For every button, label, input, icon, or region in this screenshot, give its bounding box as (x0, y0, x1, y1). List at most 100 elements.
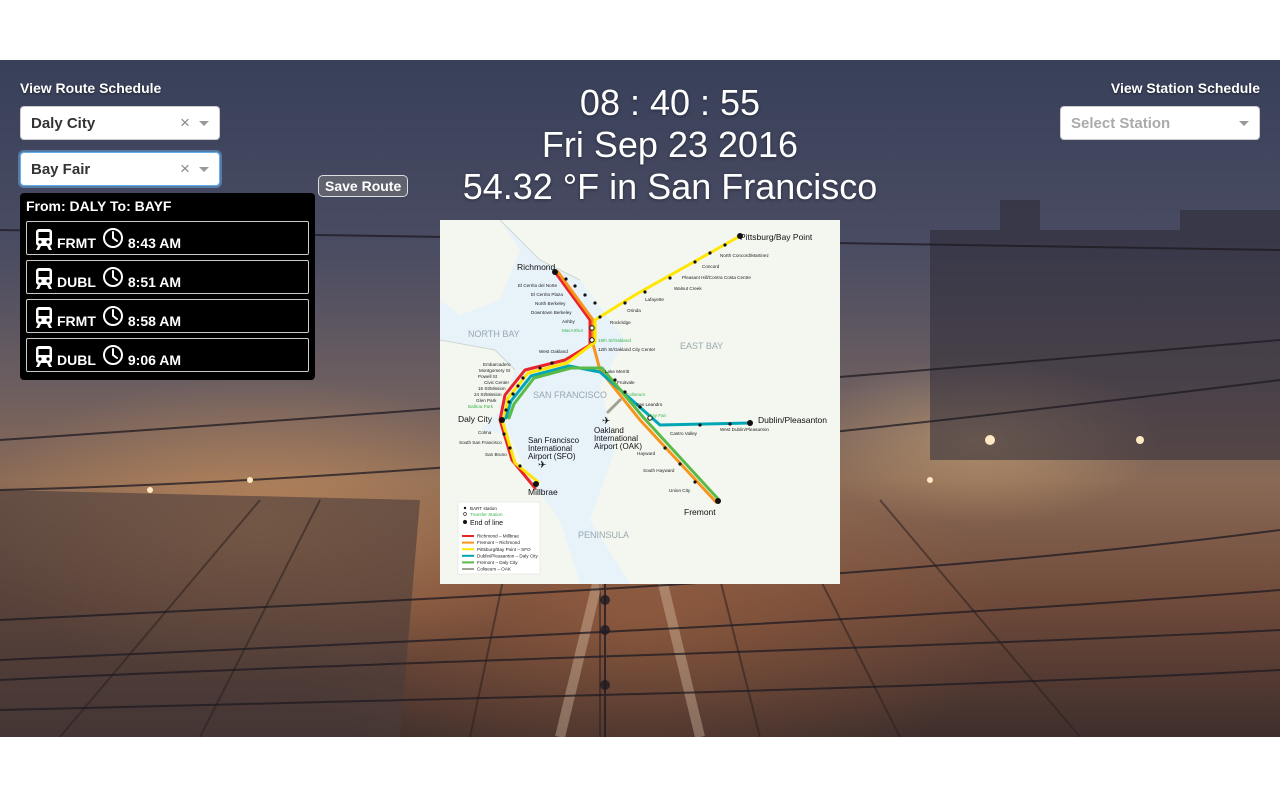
train-route: FRMT (57, 313, 96, 329)
train-departure-time: 8:43 AM (127, 235, 182, 251)
legend-bart-station: BART station (470, 506, 497, 511)
train-departure-time: 9:06 AM (127, 352, 182, 368)
current-weather: 54.32 °F in San Francisco (462, 166, 878, 207)
map-end-station-daly-city: Daly City (458, 414, 493, 424)
train-icon (35, 229, 53, 251)
station-dropdown-arrow-icon[interactable] (1239, 120, 1249, 126)
map-station-label: El Cerrito del Norte (518, 283, 558, 288)
train-icon (35, 268, 53, 290)
destination-dropdown-arrow-icon[interactable] (199, 166, 209, 172)
map-station-label: 24 St/Mission (474, 392, 502, 397)
train-route: FRMT (57, 235, 96, 251)
map-station-label: Walnut Creek (674, 286, 702, 291)
map-station-label: MacArthur (562, 328, 584, 333)
map-station-label: North Concord/Martinez (720, 253, 769, 258)
map-end-station-dublin: Dublin/Pleasanton (758, 415, 827, 425)
station-select-placeholder: Select Station (1071, 114, 1171, 132)
map-station-label: Downtown Berkeley (531, 310, 572, 315)
clock-icon (102, 227, 124, 249)
map-station-label: Rockridge (610, 320, 631, 325)
save-route-button[interactable]: Save Route (318, 175, 409, 197)
map-airport-sfo-line-3: Airport (SFO) (528, 452, 576, 461)
origin-dropdown-arrow-icon[interactable] (199, 120, 209, 126)
train-departure-time: 8:51 AM (127, 274, 182, 290)
origin-station-select[interactable]: Daly City × (20, 106, 220, 140)
map-station-label: North Berkeley (535, 301, 566, 306)
legend-line-label: Richmond – Millbrae (477, 534, 519, 539)
train-route: DUBL (57, 352, 96, 368)
current-date: Fri Sep 23 2016 (541, 124, 799, 165)
map-station-label: Castro Valley (670, 431, 698, 436)
current-time: 08 : 40 : 55 (579, 82, 761, 123)
map-station-label: South Hayward (643, 468, 675, 473)
map-station-label: Concord (702, 264, 720, 269)
station-schedule-title: View Station Schedule (1110, 80, 1260, 96)
train-row[interactable]: DUBL 8:51 AM (26, 260, 309, 294)
map-station-label: Bay Fair (649, 413, 667, 418)
station-select[interactable]: Select Station (1060, 106, 1260, 140)
map-station-label: Ashby (562, 319, 575, 324)
destination-station-value: Bay Fair (31, 160, 91, 178)
map-region-san-francisco: SAN FRANCISCO (533, 390, 607, 400)
map-end-station-pittsburg: Pittsburg/Bay Point (740, 232, 813, 242)
map-station-label: South San Francisco (459, 440, 502, 445)
map-station-label: Hayward (637, 451, 656, 456)
oak-airplane-icon: ✈ (602, 416, 610, 427)
map-station-label: West Oakland (539, 349, 568, 354)
map-end-station-millbrae: Millbrae (528, 487, 558, 497)
map-station-label: Pleasant Hill/Contra Costa Centre (682, 275, 751, 280)
legend-line-label: Fremont – Richmond (477, 540, 520, 545)
map-station-label: El Cerrito Plaza (531, 292, 563, 297)
route-results-panel: From: DALY To: BAYF FRMT 8:43 AM DUBL 8:… (20, 193, 315, 380)
clock-icon (102, 305, 124, 327)
map-region-east-bay: EAST BAY (680, 341, 723, 351)
legend-transfer-station: Transfer Station (470, 512, 503, 517)
destination-clear-icon[interactable]: × (177, 159, 193, 179)
origin-clear-icon[interactable]: × (177, 113, 193, 133)
clock-icon (102, 344, 124, 366)
bart-system-map: NORTH BAY EAST BAY SAN FRANCISCO PENINSU… (439, 219, 840, 584)
map-station-label: San Bruno (485, 452, 507, 457)
map-station-label: Balboa Park (468, 404, 494, 409)
map-station-label: San Leandro (636, 402, 663, 407)
map-airport-oak-line-3: Airport (OAK) (594, 442, 642, 451)
map-station-label: Montgomery St (479, 368, 511, 373)
route-results-header: From: DALY To: BAYF (26, 198, 172, 214)
legend-line-label: Coliseum – OAK (477, 567, 512, 572)
map-station-label: Coliseum (626, 392, 645, 397)
map-legend: BART station Transfer Station End of lin… (457, 501, 541, 575)
sfo-airplane-icon: ✈ (538, 460, 546, 471)
clock-icon (102, 266, 124, 288)
map-station-label: 19th St/Oakland (598, 338, 631, 343)
map-region-north-bay: NORTH BAY (468, 329, 520, 339)
map-station-label: West Dublin/Pleasanton (720, 427, 769, 432)
map-station-label: Civic Center (484, 380, 509, 385)
map-station-label: Lake Merritt (605, 369, 630, 374)
map-station-label: Glen Park (476, 398, 497, 403)
origin-station-value: Daly City (31, 114, 96, 132)
map-station-label: 12th St/Oakland City Center (598, 347, 656, 352)
legend-line-label: Pittsburg/Bay Point – SFO (477, 547, 531, 552)
train-row[interactable]: DUBL 9:06 AM (26, 338, 309, 372)
train-row[interactable]: FRMT 8:58 AM (26, 299, 309, 333)
map-region-peninsula: PENINSULA (578, 530, 629, 540)
map-station-label: 16 St/Mission (478, 386, 506, 391)
legend-end-of-line: End of line (470, 520, 503, 527)
legend-line-label: Dublin/Pleasanton – Daly City (477, 553, 538, 558)
route-schedule-title: View Route Schedule (20, 80, 162, 96)
map-station-label: Powell St (478, 374, 498, 379)
map-station-label: Union City (669, 488, 691, 493)
destination-station-select[interactable]: Bay Fair × (20, 152, 220, 186)
train-route: DUBL (57, 274, 96, 290)
map-station-label: Fruitvale (617, 380, 635, 385)
legend-line-label: Fremont – Daly City (477, 560, 518, 565)
train-departure-time: 8:58 AM (127, 313, 182, 329)
map-station-label: Embarcadero (483, 362, 511, 367)
map-end-station-richmond: Richmond (517, 262, 556, 272)
map-station-label: Colma (478, 430, 492, 435)
map-end-station-fremont: Fremont (684, 507, 716, 517)
map-station-label: Orinda (627, 308, 641, 313)
train-icon (35, 307, 53, 329)
train-icon (35, 346, 53, 368)
train-row[interactable]: FRMT 8:43 AM (26, 221, 309, 255)
